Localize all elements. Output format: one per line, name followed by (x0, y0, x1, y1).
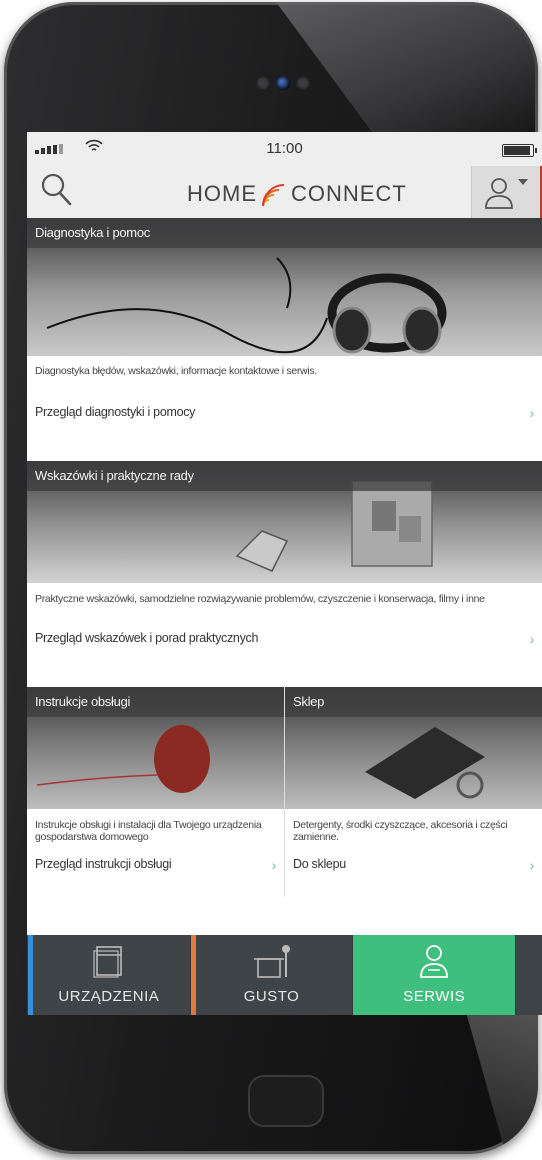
card-shop: Sklep Detergenty, środki czyszczące, akc… (284, 687, 542, 897)
app-screen: 11:00 Home connecT (27, 132, 542, 1015)
tips-image: Wskazówki i praktyczne rady (27, 461, 542, 583)
tab-label: URZĄDZENIA (58, 988, 160, 1005)
service-user-icon (420, 945, 449, 978)
card-description: Instrukcje obsługi i instalacji dla Twoj… (35, 819, 262, 843)
tab-devices[interactable]: URZĄDZENIA (27, 935, 190, 1015)
tab-label: SERWIS (403, 988, 466, 1005)
status-time: 11:00 (266, 140, 303, 157)
tab-service[interactable]: SERWIS (352, 935, 516, 1015)
shop-image: Sklep (285, 687, 542, 809)
link-label: Do sklepu (293, 857, 346, 871)
camera-lens-icon (276, 76, 290, 90)
status-bar: 11:00 (27, 132, 542, 166)
link-label: Przegląd wskazówek i porad praktycznych (35, 631, 259, 645)
connect-waves-icon (262, 184, 285, 207)
sensor-icon (296, 76, 310, 90)
card-manuals: Instrukcje obsługi Instrukcje obsługi i … (27, 687, 284, 897)
logo-text-connect: connecT (291, 181, 407, 206)
diagnostics-link[interactable]: Przegląd diagnostyki i pomocy › (27, 405, 542, 461)
card-description: Detergenty, środki czyszczące, akcesoria… (293, 819, 508, 843)
chevron-right-icon: › (529, 631, 535, 647)
logo-text-home: Home (187, 181, 257, 206)
tab-label: GUSTO (243, 988, 300, 1005)
app-header: Home connecT (27, 166, 542, 219)
cooking-pot-icon (253, 945, 290, 978)
chevron-right-icon: › (529, 857, 535, 873)
appliances-icon (93, 946, 122, 978)
service-content[interactable]: Diagnostyka i pomoc Diagnostyka błędów, … (27, 218, 542, 935)
card-description: Praktyczne wskazówki, samodzielne rozwią… (35, 593, 485, 605)
card-description: Diagnostyka błędów, wskazówki, informacj… (35, 365, 317, 377)
profile-button[interactable] (471, 166, 542, 218)
home-button[interactable] (248, 1075, 324, 1127)
shop-link[interactable]: Do sklepu › (285, 857, 542, 897)
tab-bar-edge (515, 935, 542, 1015)
link-label: Przegląd instrukcji obsługi (35, 857, 172, 871)
manuals-image: Instrukcje obsługi (27, 687, 284, 809)
search-icon[interactable] (39, 172, 73, 208)
diagnostics-image: Diagnostyka i pomoc (27, 218, 542, 356)
card-title: Wskazówki i praktyczne rady (27, 461, 542, 491)
bottom-tab-bar: URZĄDZENIA GUSTO SERWIS (27, 935, 542, 1015)
card-title: Sklep (285, 687, 542, 717)
sensor-icon (256, 76, 270, 90)
battery-icon (502, 144, 537, 157)
manuals-link[interactable]: Przegląd instrukcji obsługi › (27, 857, 284, 897)
link-label: Przegląd diagnostyki i pomocy (35, 405, 196, 419)
user-icon (485, 178, 528, 209)
phone-reflection-bottom (466, 1012, 538, 1154)
tips-link[interactable]: Przegląd wskazówek i porad praktycznych … (27, 631, 542, 687)
card-row-manuals-shop: Instrukcje obsługi Instrukcje obsługi i … (27, 687, 542, 897)
home-connect-logo: Home connecT (187, 180, 407, 208)
chevron-right-icon: › (271, 857, 277, 873)
card-title: Instrukcje obsługi (27, 687, 284, 717)
tab-gusto[interactable]: GUSTO (189, 935, 353, 1015)
card-title: Diagnostyka i pomoc (27, 218, 542, 248)
card-tips: Wskazówki i praktyczne rady Praktyczne w… (27, 461, 542, 687)
phone-reflection (276, 2, 538, 132)
card-diagnostics: Diagnostyka i pomoc Diagnostyka błędów, … (27, 218, 542, 461)
chevron-right-icon: › (529, 405, 535, 421)
front-camera (256, 76, 310, 90)
